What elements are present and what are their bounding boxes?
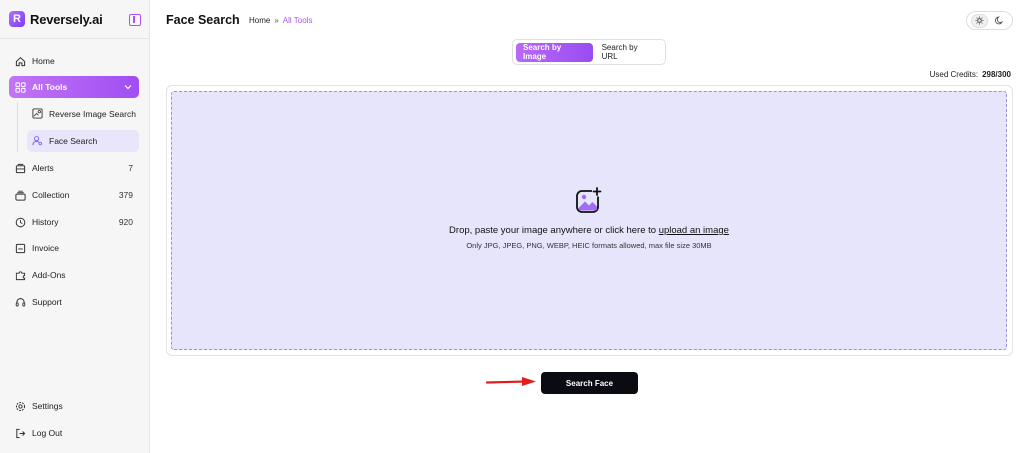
sidebar-item-label: History xyxy=(32,217,59,227)
subnav-line xyxy=(17,102,18,152)
moon-icon[interactable] xyxy=(991,14,1008,28)
brand[interactable]: R Reversely.ai xyxy=(9,10,103,28)
sidebar-item-settings[interactable]: Settings xyxy=(9,395,139,417)
breadcrumb: Home » All Tools xyxy=(249,16,312,25)
sidebar-divider xyxy=(0,38,150,39)
sidebar-item-label: Invoice xyxy=(32,243,59,253)
alerts-count: 7 xyxy=(128,163,133,173)
sidebar-collapse-icon[interactable] xyxy=(129,14,141,26)
credits-label: Used Credits: xyxy=(929,70,979,79)
search-face-button[interactable]: Search Face xyxy=(541,372,638,394)
sidebar-item-add-ons[interactable]: Add-Ons xyxy=(9,264,139,286)
image-search-icon xyxy=(32,107,43,121)
sidebar-item-label: Home xyxy=(32,56,55,66)
face-search-icon xyxy=(32,135,43,148)
chevron-down-icon xyxy=(124,83,132,92)
sidebar-item-label: Support xyxy=(32,297,62,307)
dropzone-text: Drop, paste your image anywhere or click… xyxy=(449,225,657,236)
sidebar-subitem-label: Face Search xyxy=(49,136,98,146)
dropzone-hint: Only JPG, JPEG, PNG, WEBP, HEIC formats … xyxy=(466,241,712,250)
sidebar-item-history[interactable]: History 920 xyxy=(9,211,139,233)
tab-search-by-image[interactable]: Search by Image xyxy=(516,42,593,62)
home-icon xyxy=(15,56,26,67)
collection-count: 379 xyxy=(118,190,133,200)
brand-name: Reversely.ai xyxy=(30,11,103,27)
puzzle-icon xyxy=(15,270,26,281)
image-dropzone[interactable] xyxy=(171,91,1007,350)
sidebar-item-home[interactable]: Home xyxy=(9,50,139,72)
sidebar-item-all-tools[interactable]: All Tools xyxy=(9,76,139,98)
history-icon xyxy=(15,217,26,228)
grid-icon xyxy=(15,81,26,93)
support-icon xyxy=(15,297,26,308)
invoice-icon xyxy=(15,243,26,254)
upload-image-link[interactable]: upload an image xyxy=(659,225,729,236)
theme-toggle[interactable] xyxy=(966,11,1013,30)
search-mode-tabs: Search by Image Search by URL xyxy=(512,39,666,65)
bell-icon xyxy=(15,163,26,174)
sidebar-item-logout[interactable]: Log Out xyxy=(9,422,139,444)
breadcrumb-home[interactable]: Home xyxy=(249,16,270,25)
sidebar-subitem-reverse-image-search[interactable]: Reverse Image Search xyxy=(27,103,139,125)
sidebar-item-label: Add-Ons xyxy=(32,270,66,280)
breadcrumb-current[interactable]: All Tools xyxy=(283,16,313,25)
sidebar: R Reversely.ai Home All Tools Reverse Im… xyxy=(0,0,150,453)
sidebar-item-invoice[interactable]: Invoice xyxy=(9,237,139,259)
add-image-icon xyxy=(575,186,603,214)
history-count: 920 xyxy=(118,217,133,227)
breadcrumb-separator: » xyxy=(274,16,279,25)
brand-logo: R xyxy=(9,11,25,27)
tab-search-by-url[interactable]: Search by URL xyxy=(595,43,662,62)
dropzone-instructions: Drop, paste your image anywhere or click… xyxy=(171,225,1007,236)
stack-icon xyxy=(15,190,26,201)
sidebar-item-alerts[interactable]: Alerts 7 xyxy=(9,157,139,179)
sidebar-item-support[interactable]: Support xyxy=(9,291,139,313)
sidebar-item-collection[interactable]: Collection 379 xyxy=(9,184,139,206)
arrow-right-icon xyxy=(485,376,538,388)
sidebar-item-label: Log Out xyxy=(32,428,63,438)
sidebar-item-label: Alerts xyxy=(32,163,54,173)
sidebar-subitem-face-search[interactable]: Face Search xyxy=(27,130,139,152)
sidebar-item-label: Settings xyxy=(32,401,63,411)
gear-icon xyxy=(15,401,26,412)
sun-icon[interactable] xyxy=(971,13,989,28)
sidebar-item-label: Collection xyxy=(32,190,70,200)
sidebar-subitem-label: Reverse Image Search xyxy=(49,109,136,119)
page-title: Face Search xyxy=(166,13,240,27)
used-credits: Used Credits: 298/300 xyxy=(930,70,1011,79)
logout-icon xyxy=(15,428,26,439)
credits-value: 298/300 xyxy=(982,70,1011,79)
sidebar-item-label: All Tools xyxy=(32,82,68,92)
